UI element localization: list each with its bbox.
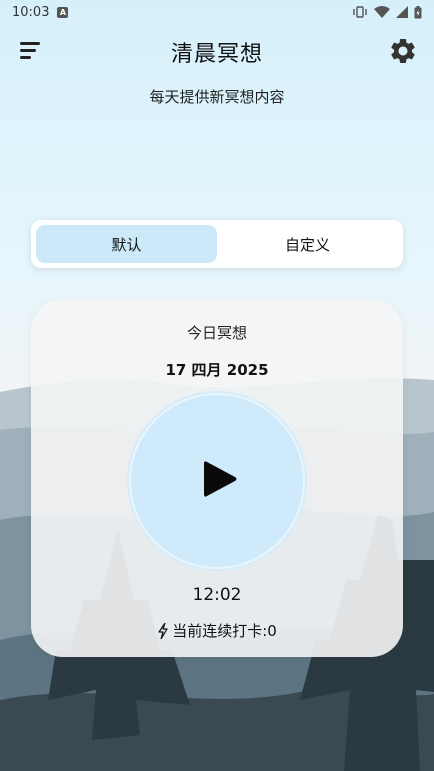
- a-notification-icon: A: [57, 6, 69, 18]
- tab-custom[interactable]: 自定义: [217, 225, 398, 263]
- page-subtitle: 每天提供新冥想内容: [149, 88, 285, 106]
- card-label: 今日冥想: [186, 324, 247, 342]
- meditation-time: 12:02: [192, 585, 242, 605]
- mode-toggle: 默认 自定义: [31, 220, 403, 268]
- wifi-icon: [374, 6, 390, 18]
- signal-icon: [396, 6, 408, 18]
- streak-row: 当前连续打卡:0: [31, 620, 403, 641]
- play-button[interactable]: [131, 395, 303, 567]
- bolt-icon: [158, 622, 168, 639]
- card-date: 17 四月 2025: [165, 361, 269, 379]
- play-icon: [204, 461, 237, 497]
- battery-icon: [414, 5, 422, 18]
- streak-text: 当前连续打卡:0: [172, 622, 277, 640]
- status-icons: [352, 5, 422, 19]
- app-header: 清晨冥想: [0, 30, 434, 72]
- status-time: 10:03: [12, 4, 50, 20]
- page-title: 清晨冥想: [170, 42, 263, 67]
- meditation-card: 今日冥想 17 四月 2025 12:02 当前连续打卡:0: [31, 299, 403, 657]
- status-bar: 10:03 A: [0, 0, 434, 24]
- tab-default[interactable]: 默认: [36, 225, 217, 263]
- gear-icon[interactable]: [388, 36, 418, 66]
- vibrate-icon: [353, 6, 367, 18]
